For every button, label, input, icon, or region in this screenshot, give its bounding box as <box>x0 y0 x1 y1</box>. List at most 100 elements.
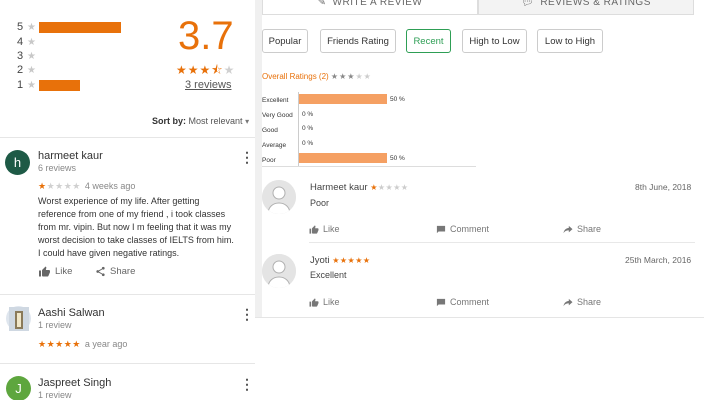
star-icon: ★ <box>27 50 36 62</box>
review-stars: ★★★★★ a year ago <box>38 339 127 350</box>
distribution-row-2: 2 ★ <box>17 63 39 77</box>
filter-high-to-low[interactable]: High to Low <box>462 29 527 53</box>
review-stars: ★★★★★ 4 weeks ago <box>38 181 135 192</box>
distribution-star-label: 5 <box>17 21 24 33</box>
avatar[interactable] <box>6 306 31 331</box>
share-arrow-icon <box>563 225 573 233</box>
sort-control[interactable]: Sort by: Most relevant ▾ <box>152 116 249 126</box>
user-icon <box>262 254 296 288</box>
reviewer-name[interactable]: harmeet kaur <box>38 150 103 162</box>
share-button[interactable]: Share <box>95 266 135 277</box>
share-button[interactable]: Share <box>563 224 601 234</box>
reviewer-review-count: 6 reviews <box>38 163 77 173</box>
stars-filled: ★★★ <box>330 72 356 81</box>
divider <box>0 137 255 138</box>
avatar[interactable]: h <box>5 150 30 175</box>
comment-label: Comment <box>450 297 490 307</box>
like-label: Like <box>55 266 73 277</box>
star-icon: ★ <box>27 64 36 76</box>
tab-label: WRITE A REVIEW <box>332 0 423 8</box>
thumbs-up-icon <box>39 266 50 277</box>
distribution-star-label: 3 <box>17 50 24 62</box>
reviewer-name[interactable]: Aashi Salwan <box>38 307 105 319</box>
breakdown-bar-excellent <box>299 94 387 104</box>
distribution-row-3: 3 ★ <box>17 49 39 63</box>
average-rating: 3.7 <box>178 14 234 58</box>
stars-filled: ★★★★★ <box>332 256 371 265</box>
more-options-icon[interactable]: ⋮ <box>240 377 254 391</box>
divider <box>309 242 695 243</box>
breakdown-label: Average <box>262 142 287 149</box>
breakdown-label: Very Good <box>262 112 293 119</box>
comment-button[interactable]: Comment <box>436 224 489 234</box>
filter-popular[interactable]: Popular <box>262 29 308 53</box>
share-button[interactable]: Share <box>563 297 601 307</box>
reviewer-review-count: 1 review <box>38 320 72 330</box>
star-icon: ★ <box>27 36 36 48</box>
reviews-count-link[interactable]: 3 reviews <box>185 79 231 91</box>
distribution-row-4: 4 ★ <box>17 35 39 49</box>
google-reviews-panel: 5 ★ 4 ★ 3 ★ 2 ★ 1 ★ 3.7 ★★★⯪★ 3 reviews … <box>0 0 255 400</box>
distribution-star-label: 1 <box>17 79 24 91</box>
tab-reviews-ratings[interactable]: 💬︎ REVIEWS & RATINGS <box>478 0 694 15</box>
review-text: Worst experience of my life. After getti… <box>38 196 234 258</box>
avatar[interactable] <box>262 254 296 288</box>
chat-bubble-icon: 💬︎ <box>521 0 535 8</box>
comment-icon <box>436 298 446 306</box>
tab-write-review[interactable]: ✎ WRITE A REVIEW <box>262 0 478 15</box>
sort-value: Most relevant <box>188 116 243 126</box>
panel-gap <box>255 0 262 318</box>
breakdown-bar-poor <box>299 153 387 163</box>
stars-empty: ★★★★ <box>46 181 81 191</box>
thumbs-up-icon <box>309 297 319 307</box>
divider <box>0 294 255 295</box>
filter-low-to-high[interactable]: Low to High <box>537 29 603 53</box>
reviewer-name[interactable]: Jaspreet Singh <box>38 377 111 389</box>
reviewer-name-text: Jyoti <box>310 255 330 266</box>
like-button[interactable]: Like <box>38 266 72 277</box>
chevron-down-icon: ▾ <box>245 117 250 126</box>
stars-filled: ★★★★★ <box>38 339 81 349</box>
distribution-star-label: 4 <box>17 36 24 48</box>
breakdown-label: Poor <box>262 157 276 164</box>
overall-stars: ★★★★★ <box>331 72 372 81</box>
like-button[interactable]: Like <box>309 297 340 307</box>
stars-filled: ★ <box>370 183 378 192</box>
filter-friends-rating[interactable]: Friends Rating <box>320 29 396 53</box>
reviewer-name[interactable]: Jyoti ★★★★★ <box>310 255 371 266</box>
reviewer-review-count: 1 review <box>38 390 72 400</box>
review-text: Poor <box>310 198 330 208</box>
share-label: Share <box>110 266 136 277</box>
divider <box>255 317 704 318</box>
breakdown-value: 50 % <box>390 155 405 162</box>
like-button[interactable]: Like <box>309 224 340 234</box>
more-options-icon[interactable]: ⋮ <box>240 150 254 164</box>
avatar[interactable]: J <box>6 376 31 400</box>
distribution-bar-1 <box>39 79 80 91</box>
breakdown-label: Good <box>262 127 278 134</box>
avatar-photo <box>8 306 29 331</box>
avatar[interactable] <box>262 180 296 214</box>
like-label: Like <box>323 224 340 234</box>
more-options-icon[interactable]: ⋮ <box>240 307 254 321</box>
stars-empty: ★★★★ <box>377 183 409 192</box>
review-time: 4 weeks ago <box>84 181 136 191</box>
overall-label: Overall Ratings (2) <box>262 72 329 81</box>
reviewer-name[interactable]: Harmeet kaur ★★★★★ <box>310 182 409 193</box>
reviewer-name-text: Harmeet kaur <box>310 182 368 193</box>
distribution-star-label: 2 <box>17 64 24 76</box>
comment-label: Comment <box>450 224 490 234</box>
review-text: Excellent <box>310 270 347 280</box>
comment-icon <box>436 225 446 233</box>
comment-button[interactable]: Comment <box>436 297 489 307</box>
share-arrow-icon <box>563 298 573 306</box>
breakdown-baseline <box>262 166 476 167</box>
stars-empty: ★★ <box>355 72 372 81</box>
thumbs-up-icon <box>309 224 319 234</box>
sort-label: Sort by: <box>152 116 187 126</box>
star-icon: ★ <box>27 21 36 33</box>
breakdown-value: 0 % <box>302 140 314 147</box>
pencil-icon: ✎ <box>317 0 327 8</box>
breakdown-value: 50 % <box>390 96 405 103</box>
filter-recent[interactable]: Recent <box>406 29 451 53</box>
